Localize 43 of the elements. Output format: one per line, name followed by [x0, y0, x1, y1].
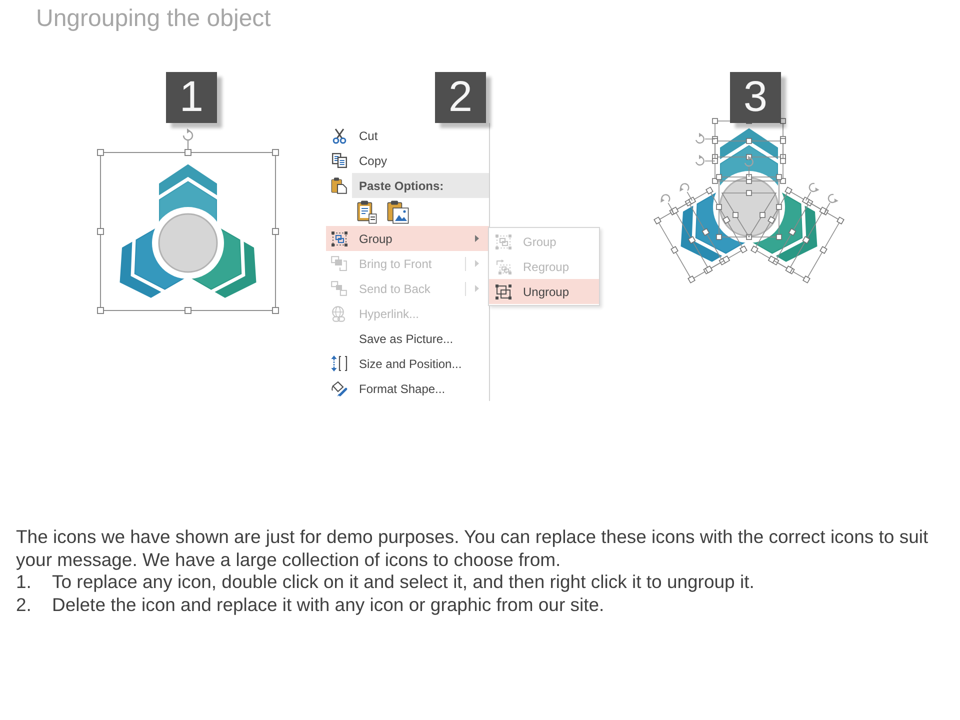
- step-number: 3: [730, 72, 781, 123]
- step-number: 1: [166, 72, 217, 123]
- menu-item[interactable]: Ungroup: [489, 279, 599, 304]
- menu-item[interactable]: Size and Position...: [326, 351, 489, 376]
- paint-bucket-icon: [330, 380, 348, 396]
- clipboard-icon: [331, 177, 347, 194]
- description-paragraph: The icons we have shown are just for demo purposes. You can replace these icons with the correct icons to suit your message. We have a large collection of icons to choose from.: [16, 526, 930, 572]
- list-item-text: Delete the icon and replace it with any icon or graphic from our site.: [52, 594, 604, 617]
- menu-item[interactable]: Cut: [326, 123, 489, 148]
- grouped-squares-icon: [494, 234, 512, 250]
- list-marker: 1.: [16, 571, 32, 594]
- submenu-arrow-icon: [475, 260, 479, 267]
- resize-handle[interactable]: [97, 228, 104, 235]
- scissors-icon: [332, 128, 346, 144]
- menu-item[interactable]: Group: [326, 226, 489, 251]
- stacked-squares-icon: [331, 281, 347, 296]
- two-pages-icon: [332, 153, 346, 168]
- menu-item[interactable]: Copy: [326, 148, 489, 173]
- slide-title: Ungrouping the object: [36, 4, 271, 34]
- resize-arrows-icon: [330, 355, 348, 372]
- regroup-squares-icon: [494, 258, 512, 274]
- ungroup-squares-icon: [494, 284, 512, 300]
- menu-item[interactable]: Save as Picture...: [326, 326, 489, 351]
- grouped-squares-icon: [330, 230, 348, 246]
- resize-handle[interactable]: [272, 149, 279, 156]
- rotate-handle-icon[interactable]: [182, 128, 194, 150]
- submenu-arrow-icon: [475, 235, 479, 242]
- resize-handle[interactable]: [272, 228, 279, 235]
- resize-handle[interactable]: [97, 307, 104, 314]
- overlapping-squares-icon: [331, 256, 347, 271]
- clipboard-text-icon[interactable]: [357, 200, 377, 224]
- menu-section-header: Paste Options:: [352, 173, 489, 198]
- resize-handle[interactable]: [184, 149, 192, 156]
- resize-handle[interactable]: [184, 307, 192, 314]
- list-item-text: To replace any icon, double click on it and select it, and then right click it to ungroup it.: [52, 571, 754, 594]
- submenu-arrow-icon: [475, 285, 479, 292]
- menu-item[interactable]: Format Shape...: [326, 376, 489, 401]
- step-number: 2: [435, 72, 486, 123]
- list-marker: 2.: [16, 594, 32, 617]
- resize-handle[interactable]: [272, 307, 279, 314]
- globe-chain-icon: [331, 306, 347, 322]
- clipboard-picture-icon[interactable]: [387, 200, 409, 224]
- resize-handle[interactable]: [97, 149, 104, 156]
